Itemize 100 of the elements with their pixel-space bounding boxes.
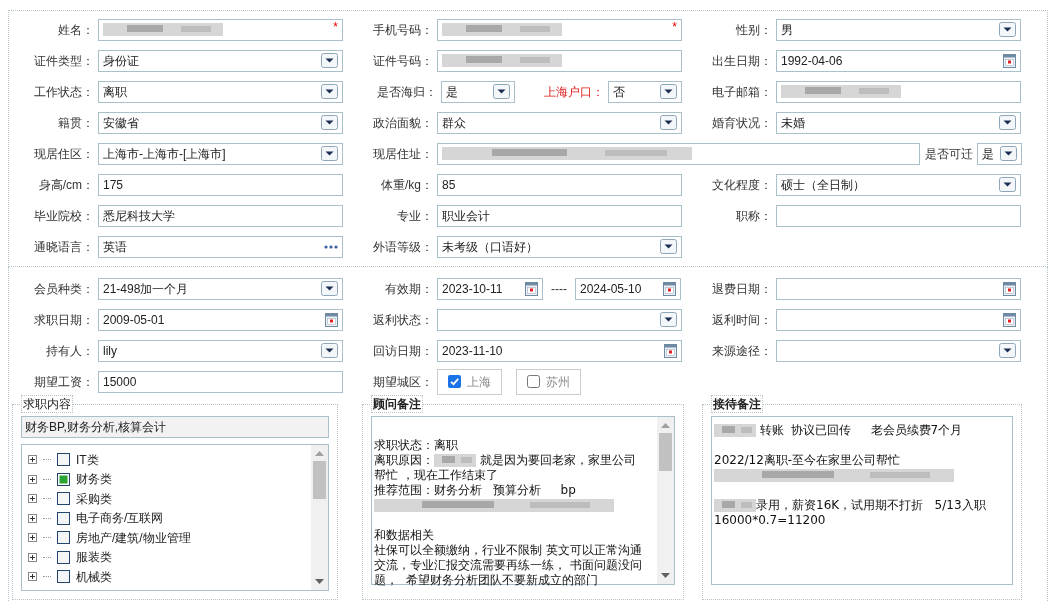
field-label: 文化程度： xyxy=(711,176,772,194)
date-field[interactable] xyxy=(776,277,1021,300)
dropdown[interactable]: 是 xyxy=(977,142,1022,165)
dropdown[interactable]: 上海市-上海市-[上海市] xyxy=(98,142,343,165)
dropdown[interactable]: 离职 xyxy=(98,80,343,103)
expand-icon[interactable] xyxy=(28,455,37,465)
text-field[interactable] xyxy=(437,49,682,72)
redacted-block xyxy=(434,454,476,467)
field-label: 现居住区： xyxy=(33,145,94,163)
dropdown[interactable]: 群众 xyxy=(437,111,682,134)
text-field[interactable]: 175 xyxy=(98,173,343,196)
text-field[interactable]: 85 xyxy=(437,173,682,196)
dropdown[interactable]: 未婚 xyxy=(776,111,1021,134)
date-field[interactable]: 1992-04-06 xyxy=(776,49,1021,72)
date-field[interactable]: 2009-05-01 xyxy=(98,308,343,331)
note-text: 2022/12离职-至今在家里公司帮忙 xyxy=(714,453,901,468)
dropdown[interactable]: 是 xyxy=(441,80,515,103)
checkbox[interactable] xyxy=(57,453,70,467)
checkbox[interactable] xyxy=(57,472,70,486)
field-label: 退费日期： xyxy=(711,280,772,298)
tree-item-label[interactable]: 服装类 xyxy=(76,548,112,567)
field-label: 电子邮箱： xyxy=(711,83,772,101)
field-label: 性别： xyxy=(735,21,772,39)
calendar-icon[interactable] xyxy=(525,281,538,296)
field-label: 外语等级： xyxy=(372,238,433,256)
notes-area[interactable]: 求职状态：离职 离职原因： 就是因为要回老家，家里公司 帮忙 ，现在工作结束了 推荐范围：财务分析 预算分析 bp 和数据相关 社保可以全额缴纳，行业不限制 英文可以正常沟通 交流，专业汇报交流需要再练一练， 书面问题没问 题， 希望财务分析团队不要新成立的部门 xyxy=(371,416,675,585)
calendar-icon[interactable] xyxy=(1003,53,1016,68)
more-icon[interactable] xyxy=(324,244,338,249)
field-label: 返利时间： xyxy=(711,311,772,329)
scrollbar[interactable] xyxy=(657,417,674,584)
checkbox-option[interactable]: 苏州 xyxy=(516,368,581,395)
calendar-icon[interactable] xyxy=(664,343,677,358)
tree-item-label[interactable]: 财务类 xyxy=(76,470,112,489)
dropdown[interactable]: lily xyxy=(98,339,343,362)
field-label: 来源途径： xyxy=(711,342,772,360)
date-field[interactable]: 2024-05-10 xyxy=(575,277,681,300)
expand-icon[interactable] xyxy=(28,513,37,523)
date-field[interactable]: 2023-10-11 xyxy=(437,277,543,300)
range-separator: ---- xyxy=(550,280,568,298)
tree-item-label[interactable]: 房地产/建筑/物业管理 xyxy=(76,528,191,547)
note-text: 就是因为要回老家，家里公司 xyxy=(478,453,636,468)
field-label: 证件类型： xyxy=(33,52,94,70)
tree-item-label[interactable]: IT类 xyxy=(76,450,99,469)
dropdown[interactable]: 21-498加一个月 xyxy=(98,277,343,300)
field-label: 通晓语言： xyxy=(33,238,94,256)
expand-icon[interactable] xyxy=(28,533,37,543)
calendar-icon[interactable] xyxy=(663,281,676,296)
scrollbar-thumb[interactable] xyxy=(313,461,326,499)
text-field[interactable]: * xyxy=(98,18,343,41)
scroll-down-icon[interactable] xyxy=(661,573,670,578)
text-field[interactable]: 15000 xyxy=(98,370,343,393)
text-field[interactable] xyxy=(776,204,1021,227)
calendar-icon[interactable] xyxy=(1003,312,1016,327)
tree-item-label[interactable]: 电子商务/互联网 xyxy=(76,509,164,528)
checkbox[interactable] xyxy=(57,531,70,545)
field-label: 是否可迁 xyxy=(925,145,973,163)
checkbox[interactable] xyxy=(527,375,540,388)
expand-icon[interactable] xyxy=(28,474,37,484)
notes-area[interactable]: 转账 协议已回传 老会员续费7个月 2022/12离职-至今在家里公司帮忙 录用，薪资16K，试用期不打折 5/13入职 16000*0.7=11200 xyxy=(711,416,1013,585)
dropdown[interactable]: 硕士（全日制） xyxy=(776,173,1021,196)
note-text: 题， 希望财务分析团队不要新成立的部门 xyxy=(374,573,598,588)
text-field[interactable] xyxy=(776,80,1021,103)
note-text: 求职状态：离职 xyxy=(374,438,458,453)
dropdown[interactable]: 身份证 xyxy=(98,49,343,72)
dropdown[interactable]: 安徽省 xyxy=(98,111,343,134)
text-field[interactable]: * xyxy=(437,18,682,41)
text-field[interactable]: 财务BP,财务分析,核算会计 xyxy=(21,416,329,438)
checkbox-option[interactable]: 上海 xyxy=(437,368,502,395)
lookup-field[interactable]: 英语 xyxy=(98,235,343,258)
calendar-icon[interactable] xyxy=(325,312,338,327)
checkbox[interactable] xyxy=(57,570,70,584)
expand-icon[interactable] xyxy=(28,494,37,504)
checkbox[interactable] xyxy=(57,550,70,564)
dropdown[interactable]: 男 xyxy=(776,18,1021,41)
field-label: 持有人： xyxy=(45,342,94,360)
tree-item-label[interactable]: 采购类 xyxy=(76,489,112,508)
text-field[interactable]: 悉尼科技大学 xyxy=(98,204,343,227)
text-field[interactable] xyxy=(437,142,920,165)
tree-item-label[interactable]: 机械类 xyxy=(76,567,112,586)
checkbox[interactable] xyxy=(57,492,70,506)
note-text: 16000*0.7=11200 xyxy=(714,513,826,528)
date-field[interactable]: 2023-11-10 xyxy=(437,339,682,362)
dropdown[interactable]: 否 xyxy=(608,80,682,103)
scrollbar-thumb[interactable] xyxy=(659,433,672,471)
scrollbar[interactable] xyxy=(311,445,328,590)
required-mark: * xyxy=(672,19,677,34)
group-title: 求职内容 xyxy=(21,395,73,413)
expand-icon[interactable] xyxy=(28,572,37,582)
dropdown[interactable]: 未考级（口语好） xyxy=(437,235,682,258)
expand-icon[interactable] xyxy=(28,552,37,562)
field-label: 返利状态： xyxy=(372,311,433,329)
field-label: 专业： xyxy=(396,207,433,225)
calendar-icon[interactable] xyxy=(1003,281,1016,296)
checkbox[interactable] xyxy=(57,511,70,525)
field-label: 工作状态： xyxy=(33,83,94,101)
scroll-down-icon[interactable] xyxy=(315,579,324,584)
text-field[interactable]: 职业会计 xyxy=(437,204,682,227)
checkbox[interactable] xyxy=(448,375,461,388)
note-text: 离职原因： xyxy=(374,453,434,468)
date-field[interactable] xyxy=(776,308,1021,331)
